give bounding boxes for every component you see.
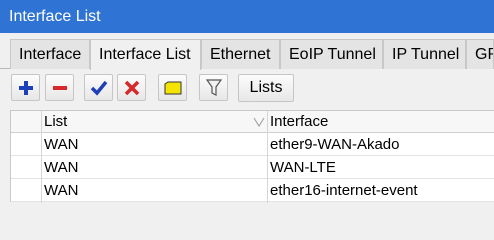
cell-list: WAN — [44, 158, 79, 176]
table-header: List Interface — [11, 111, 494, 133]
filter-button[interactable] — [199, 74, 228, 101]
enable-button[interactable] — [84, 74, 113, 101]
lists-button[interactable]: Lists — [238, 74, 294, 102]
window-title: Interface List — [9, 7, 101, 25]
x-icon — [124, 80, 139, 95]
comment-button[interactable] — [158, 74, 187, 101]
cell-interface: ether9-WAN-Akado — [270, 135, 400, 153]
add-button[interactable] — [11, 74, 40, 101]
cell-interface: WAN-LTE — [270, 158, 336, 176]
column-header-interface-label: Interface — [270, 113, 329, 130]
cell-list: WAN — [44, 181, 79, 199]
tab-ip-tunnel[interactable]: IP Tunnel — [383, 39, 466, 69]
tab-bar: Interface Interface List Ethernet EoIP T… — [0, 33, 494, 70]
tab-eoip-tunnel[interactable]: EoIP Tunnel — [280, 39, 383, 69]
table-row[interactable]: WAN ether16-internet-event — [11, 179, 494, 202]
filter-icon — [205, 78, 222, 96]
plus-icon — [18, 80, 33, 95]
tab-interface[interactable]: Interface — [10, 39, 90, 69]
sort-icon — [253, 117, 265, 127]
cell-interface: ether16-internet-event — [270, 181, 418, 199]
tab-interface-list[interactable]: Interface List — [90, 39, 201, 70]
check-icon — [90, 80, 107, 96]
column-header-list-label: List — [44, 113, 68, 130]
note-icon — [164, 81, 181, 94]
column-divider — [267, 111, 268, 203]
tab-gre[interactable]: GR — [466, 39, 494, 69]
remove-button[interactable] — [45, 74, 74, 101]
table-row[interactable]: WAN ether9-WAN-Akado — [11, 133, 494, 156]
toolbar: Lists — [0, 69, 494, 107]
table-row[interactable]: WAN WAN-LTE — [11, 156, 494, 179]
minus-icon — [52, 85, 67, 90]
window-title-bar: Interface List — [0, 0, 494, 33]
row-selector-header[interactable] — [11, 111, 42, 132]
cell-list: WAN — [44, 135, 79, 153]
disable-button[interactable] — [117, 74, 146, 101]
column-header-interface[interactable]: Interface — [270, 111, 494, 132]
column-divider — [41, 111, 42, 203]
column-header-list[interactable]: List — [44, 111, 269, 132]
interface-list-table: List Interface WAN ether9-WAN-Akado WAN … — [10, 110, 494, 203]
tab-ethernet[interactable]: Ethernet — [201, 39, 280, 69]
